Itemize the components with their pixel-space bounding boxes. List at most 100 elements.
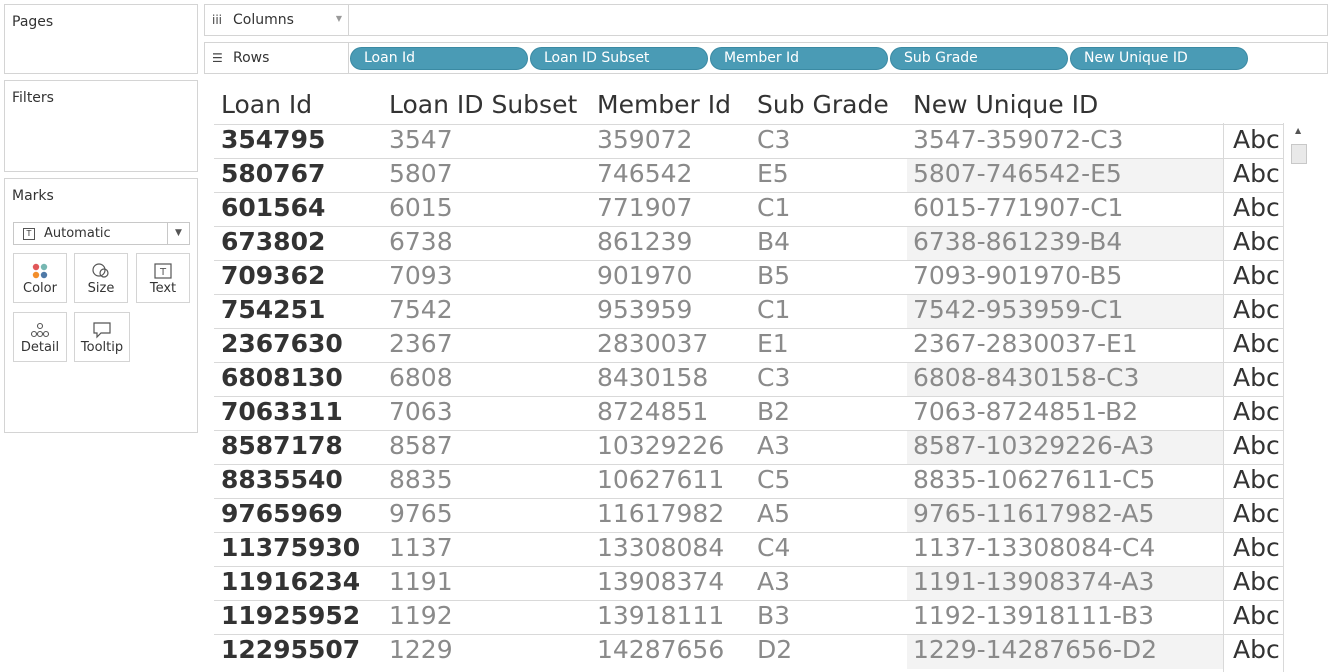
new-unique-id-cell[interactable]: 7093-901970-B5 <box>913 261 1122 290</box>
loan-id-subset-cell[interactable]: 1191 <box>389 567 453 596</box>
member-id-cell[interactable]: 861239 <box>597 227 692 256</box>
new-unique-id-cell[interactable]: 9765-11617982-A5 <box>913 499 1154 528</box>
abc-cell[interactable]: Abc <box>1233 567 1280 596</box>
chevron-down-icon[interactable]: ▼ <box>336 14 342 23</box>
abc-cell[interactable]: Abc <box>1233 363 1280 392</box>
mark-type-dropdown[interactable]: T Automatic ▼ <box>13 222 190 245</box>
member-id-cell[interactable]: 8724851 <box>597 397 708 426</box>
loan-id-subset-cell[interactable]: 8587 <box>389 431 453 460</box>
new-unique-id-cell[interactable]: 6738-861239-B4 <box>913 227 1122 256</box>
member-id-cell[interactable]: 771907 <box>597 193 692 222</box>
member-id-cell[interactable]: 901970 <box>597 261 692 290</box>
scroll-thumb[interactable] <box>1291 144 1307 164</box>
header-loan-id[interactable]: Loan Id <box>221 90 312 119</box>
color-button[interactable]: Color <box>13 253 67 303</box>
loan-id-cell[interactable]: 11916234 <box>221 567 360 596</box>
header-sub-grade[interactable]: Sub Grade <box>757 90 889 119</box>
loan-id-subset-cell[interactable]: 8835 <box>389 465 453 494</box>
loan-id-cell[interactable]: 11925952 <box>221 601 360 630</box>
rows-shelf[interactable]: ☰ Rows Loan Id Loan ID Subset Member Id … <box>204 42 1328 74</box>
sub-grade-cell[interactable]: B4 <box>757 227 790 256</box>
new-unique-id-cell[interactable]: 1137-13308084-C4 <box>913 533 1155 562</box>
new-unique-id-cell[interactable]: 1229-14287656-D2 <box>913 635 1157 664</box>
abc-cell[interactable]: Abc <box>1233 193 1280 222</box>
sub-grade-cell[interactable]: D2 <box>757 635 792 664</box>
new-unique-id-cell[interactable]: 1191-13908374-A3 <box>913 567 1154 596</box>
new-unique-id-cell[interactable]: 7542-953959-C1 <box>913 295 1123 324</box>
sub-grade-cell[interactable]: C3 <box>757 363 790 392</box>
loan-id-cell[interactable]: 12295507 <box>221 635 360 664</box>
header-new-unique-id[interactable]: New Unique ID <box>913 90 1098 119</box>
member-id-cell[interactable]: 13308084 <box>597 533 724 562</box>
abc-cell[interactable]: Abc <box>1233 125 1280 154</box>
loan-id-subset-cell[interactable]: 1192 <box>389 601 453 630</box>
member-id-cell[interactable]: 13908374 <box>597 567 724 596</box>
header-member-id[interactable]: Member Id <box>597 90 731 119</box>
new-unique-id-cell[interactable]: 5807-746542-E5 <box>913 159 1122 188</box>
loan-id-cell[interactable]: 580767 <box>221 159 325 188</box>
loan-id-cell[interactable]: 754251 <box>221 295 325 324</box>
loan-id-subset-cell[interactable]: 7093 <box>389 261 453 290</box>
abc-cell[interactable]: Abc <box>1233 159 1280 188</box>
abc-cell[interactable]: Abc <box>1233 329 1280 358</box>
loan-id-cell[interactable]: 9765969 <box>221 499 343 528</box>
sub-grade-cell[interactable]: A3 <box>757 431 790 460</box>
member-id-cell[interactable]: 359072 <box>597 125 692 154</box>
abc-cell[interactable]: Abc <box>1233 431 1280 460</box>
sub-grade-cell[interactable]: E5 <box>757 159 789 188</box>
loan-id-cell[interactable]: 601564 <box>221 193 325 222</box>
loan-id-subset-cell[interactable]: 6015 <box>389 193 453 222</box>
abc-cell[interactable]: Abc <box>1233 397 1280 426</box>
pill-loan-id[interactable]: Loan Id <box>350 47 528 70</box>
scroll-up-arrow-icon[interactable]: ▲ <box>1295 126 1301 135</box>
loan-id-subset-cell[interactable]: 6738 <box>389 227 453 256</box>
member-id-cell[interactable]: 14287656 <box>597 635 724 664</box>
abc-cell[interactable]: Abc <box>1233 465 1280 494</box>
new-unique-id-cell[interactable]: 6808-8430158-C3 <box>913 363 1139 392</box>
pill-sub-grade[interactable]: Sub Grade <box>890 47 1068 70</box>
sub-grade-cell[interactable]: B5 <box>757 261 790 290</box>
sub-grade-cell[interactable]: C4 <box>757 533 790 562</box>
sub-grade-cell[interactable]: B3 <box>757 601 790 630</box>
sub-grade-cell[interactable]: A5 <box>757 499 790 528</box>
abc-cell[interactable]: Abc <box>1233 295 1280 324</box>
loan-id-cell[interactable]: 354795 <box>221 125 325 154</box>
tooltip-button[interactable]: Tooltip <box>74 312 130 362</box>
abc-cell[interactable]: Abc <box>1233 533 1280 562</box>
new-unique-id-cell[interactable]: 8835-10627611-C5 <box>913 465 1155 494</box>
member-id-cell[interactable]: 13918111 <box>597 601 724 630</box>
loan-id-subset-cell[interactable]: 7542 <box>389 295 453 324</box>
loan-id-subset-cell[interactable]: 1137 <box>389 533 453 562</box>
member-id-cell[interactable]: 953959 <box>597 295 692 324</box>
new-unique-id-cell[interactable]: 1192-13918111-B3 <box>913 601 1154 630</box>
abc-cell[interactable]: Abc <box>1233 601 1280 630</box>
new-unique-id-cell[interactable]: 7063-8724851-B2 <box>913 397 1138 426</box>
member-id-cell[interactable]: 10329226 <box>597 431 724 460</box>
loan-id-cell[interactable]: 673802 <box>221 227 325 256</box>
loan-id-subset-cell[interactable]: 1229 <box>389 635 453 664</box>
sub-grade-cell[interactable]: C1 <box>757 295 790 324</box>
sub-grade-cell[interactable]: A3 <box>757 567 790 596</box>
loan-id-subset-cell[interactable]: 5807 <box>389 159 453 188</box>
loan-id-cell[interactable]: 7063311 <box>221 397 343 426</box>
member-id-cell[interactable]: 10627611 <box>597 465 724 494</box>
member-id-cell[interactable]: 8430158 <box>597 363 708 392</box>
sub-grade-cell[interactable]: E1 <box>757 329 789 358</box>
filters-card[interactable]: Filters <box>4 80 198 172</box>
member-id-cell[interactable]: 746542 <box>597 159 692 188</box>
detail-button[interactable]: Detail <box>13 312 67 362</box>
chevron-down-icon[interactable]: ▼ <box>167 223 189 244</box>
new-unique-id-cell[interactable]: 6015-771907-C1 <box>913 193 1123 222</box>
loan-id-cell[interactable]: 2367630 <box>221 329 343 358</box>
new-unique-id-cell[interactable]: 8587-10329226-A3 <box>913 431 1154 460</box>
columns-shelf[interactable]: iii Columns ▼ <box>204 4 1328 36</box>
pill-loan-id-subset[interactable]: Loan ID Subset <box>530 47 708 70</box>
pages-card[interactable]: Pages <box>4 4 198 74</box>
sub-grade-cell[interactable]: C5 <box>757 465 790 494</box>
sub-grade-cell[interactable]: B2 <box>757 397 790 426</box>
loan-id-cell[interactable]: 8835540 <box>221 465 343 494</box>
loan-id-cell[interactable]: 709362 <box>221 261 325 290</box>
sub-grade-cell[interactable]: C1 <box>757 193 790 222</box>
sub-grade-cell[interactable]: C3 <box>757 125 790 154</box>
loan-id-subset-cell[interactable]: 2367 <box>389 329 453 358</box>
